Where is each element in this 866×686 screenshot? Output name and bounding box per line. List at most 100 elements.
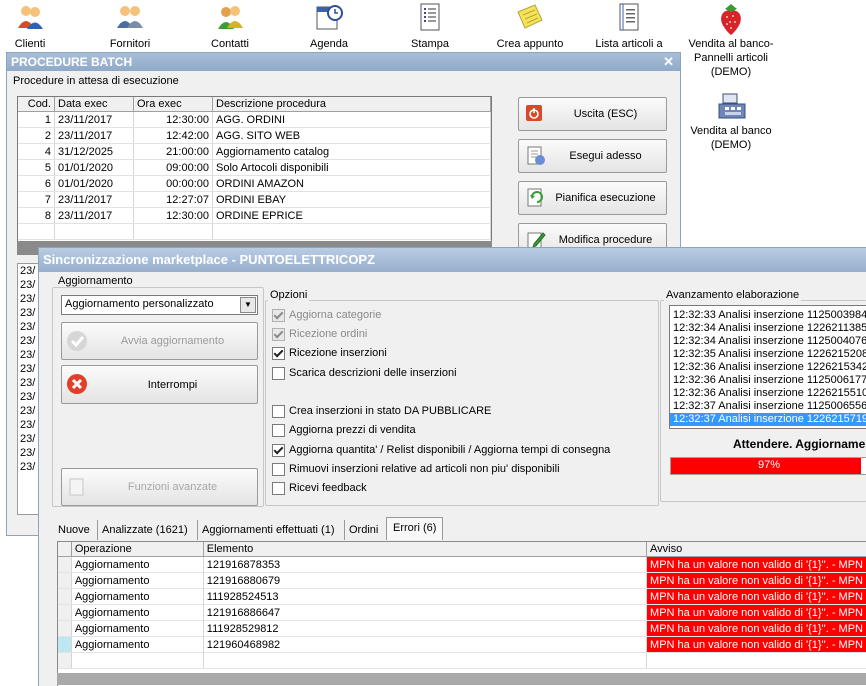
tab-aggiornamenti[interactable]: Aggiornamenti effettuati (1) [197, 520, 338, 540]
log-entry[interactable]: 12:32:33 Analisi inserzione 1125003984 [670, 309, 866, 322]
row-selector[interactable] [58, 636, 72, 653]
checkbox[interactable] [272, 462, 285, 476]
option-checkbox[interactable]: Rimuovi inserzioni relative ad articoli … [272, 461, 560, 477]
checkbox[interactable] [272, 404, 285, 418]
option-label: Rimuovi inserzioni relative ad articoli … [289, 463, 560, 475]
toolbar-agenda[interactable]: Agenda [306, 0, 352, 51]
row-selector[interactable] [58, 604, 72, 621]
progress-log[interactable]: 12:32:33 Analisi inserzione 1125003984 12… [669, 305, 866, 429]
button-label: Interrompi [147, 378, 198, 391]
table-cell: Aggiornamento [71, 620, 204, 637]
option-label: Aggiorna prezzi di vendita [289, 424, 416, 436]
desktop-pos-panels[interactable]: Vendita al banco- Pannelli articoli (DEM… [686, 0, 776, 79]
tab-analizzate[interactable]: Analizzate (1621) [97, 520, 192, 540]
update-mode-select[interactable]: Aggiornamento personalizzato ▼ [61, 295, 258, 315]
desktop-pos[interactable]: Vendita al banco (DEMO) [686, 90, 776, 152]
column-header[interactable]: Descrizione procedura [212, 97, 491, 112]
row-selector[interactable] [58, 556, 72, 573]
table-row-empty[interactable] [18, 223, 491, 240]
checkbox[interactable] [272, 423, 285, 437]
row-selector[interactable] [58, 572, 72, 589]
log-entry[interactable]: 12:32:36 Analisi inserzione 1226215342 [670, 361, 866, 374]
error-row[interactable]: Aggiornamento 121916878353 MPN ha un valor… [58, 556, 866, 573]
schedule-button[interactable]: Pianifica esecuzione [518, 181, 667, 215]
log-entry[interactable]: 12:32:37 Analisi inserzione 1226215719 [670, 413, 866, 426]
toolbar-crea-appunto[interactable]: Crea appunto [495, 0, 565, 51]
table-row[interactable]: 4 31/12/2025 21:00:00 Aggiornamento catalog [18, 143, 491, 160]
option-checkbox[interactable]: Aggiorna categorie [272, 307, 381, 323]
log-entry[interactable]: 12:32:36 Analisi inserzione 1125006177 [670, 374, 866, 387]
chevron-down-icon[interactable]: ▼ [240, 297, 256, 313]
error-row[interactable]: Aggiornamento 111928529812 MPN ha un valor… [58, 620, 866, 637]
select-value: Aggiornamento personalizzato [65, 298, 214, 310]
column-header[interactable]: Cod. [18, 97, 55, 112]
tab-ordini[interactable]: Ordini [344, 520, 382, 540]
table-cell: 12:30:00 [133, 111, 213, 128]
tab-label: Nuove [58, 524, 90, 536]
tab-nuove[interactable]: Nuove [54, 520, 94, 540]
toolbar-fornitori[interactable]: Fornitori [105, 0, 155, 51]
error-row-empty[interactable] [58, 652, 866, 669]
advanced-functions-button[interactable]: Funzioni avanzate [61, 468, 258, 506]
log-entry[interactable]: 12:32:35 Analisi inserzione 1226215208 [670, 348, 866, 361]
row-selector[interactable] [58, 588, 72, 605]
toolbar-lista-articoli[interactable]: Lista articoli a [594, 0, 664, 51]
suppliers-icon [117, 6, 143, 28]
start-update-button[interactable]: Avvia aggiornamento [61, 322, 258, 360]
toolbar-stampa[interactable]: Stampa [405, 0, 455, 51]
table-row[interactable]: 7 23/11/2017 12:27:07 ORDINI EBAY [18, 191, 491, 208]
table-row[interactable]: 6 01/01/2020 00:00:00 ORDINI AMAZON [18, 175, 491, 192]
list-item: 23/ [20, 419, 36, 431]
log-entry[interactable]: 12:32:34 Analisi inserzione 1226211385 [670, 322, 866, 335]
option-checkbox[interactable]: Ricezione inserzioni [272, 345, 387, 361]
exit-button[interactable]: Uscita (ESC) [518, 97, 667, 131]
checkbox[interactable] [272, 481, 285, 495]
column-header[interactable]: Ora exec [133, 97, 213, 112]
checkbox[interactable] [272, 443, 285, 457]
tab-errori[interactable]: Errori (6) [386, 517, 444, 540]
table-cell: Aggiornamento catalog [212, 143, 491, 160]
checkbox[interactable] [272, 346, 285, 360]
error-row[interactable]: Aggiornamento 121916886647 MPN ha un valor… [58, 604, 866, 621]
error-row[interactable]: Aggiornamento 111928524513 MPN ha un valor… [58, 588, 866, 605]
error-row[interactable]: Aggiornamento 121960468982 MPN ha un valor… [58, 636, 866, 653]
column-header[interactable]: Avviso [646, 542, 866, 557]
option-checkbox[interactable]: Scarica descrizioni delle inserzioni [272, 365, 457, 381]
run-now-button[interactable]: Esegui adesso [518, 139, 667, 173]
toolbar-label: Contatti [211, 38, 249, 50]
close-icon[interactable]: ✕ [663, 53, 674, 71]
option-checkbox[interactable]: Crea inserzioni in stato DA PUBBLICARE [272, 403, 491, 419]
table-row[interactable]: 1 23/11/2017 12:30:00 AGG. ORDINI [18, 111, 491, 128]
table-cell: Aggiornamento [71, 556, 204, 573]
row-selector[interactable] [58, 620, 72, 637]
option-checkbox[interactable]: Aggiorna quantita' / Relist disponibili … [272, 442, 610, 458]
column-header[interactable]: Data exec [54, 97, 134, 112]
checkbox[interactable] [272, 366, 285, 380]
option-checkbox[interactable]: Aggiorna prezzi di vendita [272, 422, 416, 438]
error-row[interactable]: Aggiornamento 121916880679 MPN ha un valor… [58, 572, 866, 589]
column-header[interactable]: Operazione [71, 542, 204, 557]
option-checkbox[interactable]: Ricezione ordini [272, 326, 367, 342]
batch-table[interactable]: Cod. Data exec Ora exec Descrizione proc… [17, 96, 492, 243]
checkbox[interactable] [272, 308, 285, 322]
option-label: Ricezione inserzioni [289, 347, 387, 359]
table-cell: 7 [18, 191, 55, 208]
horizontal-scrollbar[interactable] [57, 673, 866, 685]
table-cell: 12:42:00 [133, 127, 213, 144]
log-entry[interactable]: 12:32:37 Analisi inserzione 1125006556 [670, 400, 866, 413]
table-cell: MPN ha un valore non valido di '{1}''. -… [646, 604, 866, 621]
table-row[interactable]: 8 23/11/2017 12:30:00 ORDINE EPRICE [18, 207, 491, 224]
column-header[interactable]: Elemento [203, 542, 648, 557]
errors-table[interactable]: Operazione Elemento Avviso Aggiornamento… [57, 541, 866, 686]
log-entry[interactable]: 12:32:34 Analisi inserzione 1125004076 [670, 335, 866, 348]
stop-button[interactable]: Interrompi [61, 365, 258, 404]
toolbar-clienti[interactable]: Clienti [10, 0, 50, 51]
log-entry[interactable]: 12:32:36 Analisi inserzione 1226215510 [670, 387, 866, 400]
table-cell [58, 652, 72, 669]
window-title: Sincronizzazione marketplace - PUNTOELET… [43, 252, 376, 267]
checkbox[interactable] [272, 327, 285, 341]
table-row[interactable]: 2 23/11/2017 12:42:00 AGG. SITO WEB [18, 127, 491, 144]
toolbar-contatti[interactable]: Contatti [207, 0, 253, 51]
option-checkbox[interactable]: Ricevi feedback [272, 480, 367, 496]
table-row[interactable]: 5 01/01/2020 09:00:00 Solo Artocoli disponi… [18, 159, 491, 176]
